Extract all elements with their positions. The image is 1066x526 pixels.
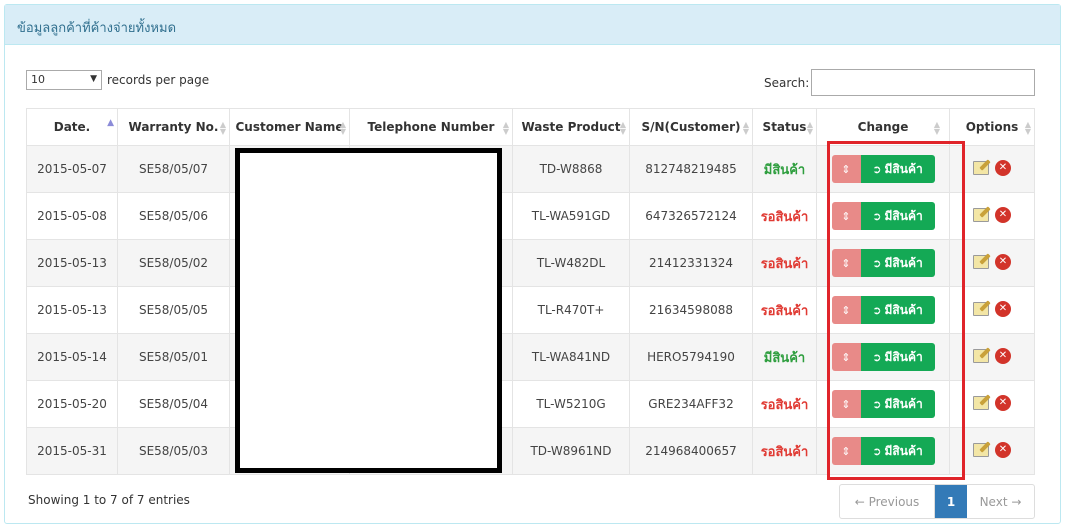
records-per-page-value: 10 (31, 73, 45, 86)
cell-status: รอสินค้า (752, 192, 817, 240)
cell-product: TD-W8961ND (512, 427, 630, 475)
delete-icon[interactable]: ✕ (995, 395, 1011, 411)
status-badge: รอสินค้า (760, 256, 809, 272)
edit-icon[interactable] (973, 208, 989, 222)
col-header-sn[interactable]: S/N(Customer) ▲ ▼ (629, 108, 753, 146)
delete-icon[interactable]: ✕ (995, 160, 1011, 176)
cell-product: TL-R470T+ (512, 286, 630, 334)
cell-warranty: SE58/05/05 (117, 286, 230, 334)
records-per-page-select[interactable]: 10 ▼ (26, 70, 102, 90)
col-header-status[interactable]: Status ▲ ▼ (752, 108, 817, 146)
cell-sn: 812748219485 (629, 145, 753, 193)
cell-date: 2015-05-31 (26, 427, 118, 475)
records-per-page-label: records per page (107, 73, 210, 87)
delete-icon[interactable]: ✕ (995, 301, 1011, 317)
cell-warranty: SE58/05/07 (117, 145, 230, 193)
sort-icon: ▲ ▼ (219, 120, 226, 136)
sort-icon: ▲ ▼ (339, 120, 346, 136)
cell-status: รอสินค้า (752, 380, 817, 428)
cell-product: TL-W482DL (512, 239, 630, 287)
cell-date: 2015-05-20 (26, 380, 118, 428)
cell-warranty: SE58/05/06 (117, 192, 230, 240)
edit-icon[interactable] (973, 443, 989, 457)
cell-date: 2015-05-13 (26, 286, 118, 334)
entries-info: Showing 1 to 7 of 7 entries (28, 493, 190, 507)
cell-product: TL-WA841ND (512, 333, 630, 381)
cell-sn: 21412331324 (629, 239, 753, 287)
cell-date: 2015-05-13 (26, 239, 118, 287)
search-label: Search: (764, 76, 810, 90)
search-input[interactable] (811, 69, 1035, 96)
edit-icon[interactable] (973, 396, 989, 410)
cell-date: 2015-05-08 (26, 192, 118, 240)
cell-product: TL-W5210G (512, 380, 630, 428)
cell-date: 2015-05-14 (26, 333, 118, 381)
status-badge: รอสินค้า (760, 397, 809, 413)
status-badge: รอสินค้า (760, 209, 809, 225)
delete-icon[interactable]: ✕ (995, 348, 1011, 364)
cell-status: มีสินค้า (752, 145, 817, 193)
cell-warranty: SE58/05/01 (117, 333, 230, 381)
status-badge: มีสินค้า (763, 162, 806, 178)
edit-icon[interactable] (973, 302, 989, 316)
cell-date: 2015-05-07 (26, 145, 118, 193)
col-header-customer[interactable]: Customer Name ▲ ▼ (229, 108, 350, 146)
col-header-telephone[interactable]: Telephone Number ▲ ▼ (349, 108, 513, 146)
table-toolbar: 10 ▼ records per page Search: (22, 66, 1035, 96)
edit-icon[interactable] (973, 161, 989, 175)
sort-icon: ▲ ▼ (1024, 120, 1031, 136)
sort-icon: ▲ ▼ (742, 120, 749, 136)
cell-sn: 21634598088 (629, 286, 753, 334)
cell-status: รอสินค้า (752, 286, 817, 334)
cell-product: TD-W8868 (512, 145, 630, 193)
sort-icon: ▲ ▼ (806, 120, 813, 136)
cell-sn: HERO5794190 (629, 333, 753, 381)
col-header-options[interactable]: Options ▲ ▼ (949, 108, 1035, 146)
page-1-button[interactable]: 1 (935, 485, 967, 518)
change-column-highlight (827, 141, 965, 480)
status-badge: รอสินค้า (760, 303, 809, 319)
chevron-down-icon: ▼ (90, 74, 97, 84)
sort-asc-icon: ▲ (107, 118, 114, 128)
cell-sn: GRE234AFF32 (629, 380, 753, 428)
col-header-product[interactable]: Waste Product ▲ ▼ (512, 108, 630, 146)
col-header-change[interactable]: Change ▲ ▼ (816, 108, 950, 146)
cell-sn: 647326572124 (629, 192, 753, 240)
cell-status: รอสินค้า (752, 239, 817, 287)
next-page-button[interactable]: Next → (967, 485, 1034, 518)
delete-icon[interactable]: ✕ (995, 254, 1011, 270)
prev-page-button[interactable]: ← Previous (840, 485, 935, 518)
cell-warranty: SE58/05/02 (117, 239, 230, 287)
sort-icon: ▲ ▼ (619, 120, 626, 136)
delete-icon[interactable]: ✕ (995, 442, 1011, 458)
cell-warranty: SE58/05/04 (117, 380, 230, 428)
sort-icon: ▲ ▼ (502, 120, 509, 136)
redaction-box (235, 148, 502, 473)
status-badge: มีสินค้า (763, 350, 806, 366)
col-header-date[interactable]: Date. ▲ (26, 108, 118, 146)
cell-status: มีสินค้า (752, 333, 817, 381)
col-header-warranty[interactable]: Warranty No. ▲ ▼ (117, 108, 230, 146)
status-badge: รอสินค้า (760, 444, 809, 460)
delete-icon[interactable]: ✕ (995, 207, 1011, 223)
edit-icon[interactable] (973, 255, 989, 269)
pagination: ← Previous 1 Next → (839, 484, 1035, 519)
edit-icon[interactable] (973, 349, 989, 363)
panel-title: ข้อมูลลูกค้าที่ค้างจ่ายทั้งหมด (5, 5, 1060, 45)
cell-sn: 214968400657 (629, 427, 753, 475)
sort-icon: ▲ ▼ (933, 120, 940, 136)
cell-warranty: SE58/05/03 (117, 427, 230, 475)
table-header-row: Date. ▲ Warranty No. ▲ ▼ Customer Name ▲ ▼ Te… (26, 108, 1035, 146)
cell-product: TL-WA591GD (512, 192, 630, 240)
cell-status: รอสินค้า (752, 427, 817, 475)
